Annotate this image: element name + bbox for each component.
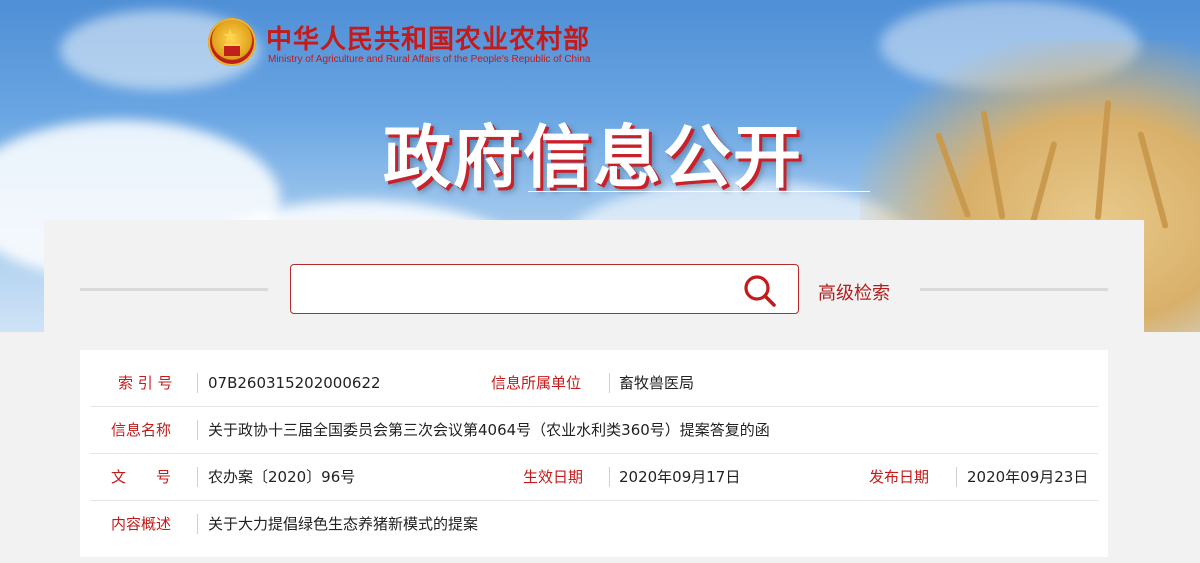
wheat-stalk (934, 131, 972, 219)
divider (920, 288, 1108, 291)
effective-date-value: 2020年09月17日 (619, 468, 741, 486)
divider (80, 288, 268, 291)
docno-label: 文 号 (111, 468, 172, 486)
separator (609, 373, 610, 393)
summary-label: 内容概述 (111, 515, 172, 533)
search-icon[interactable] (742, 273, 778, 309)
separator (197, 467, 198, 487)
publish-date-value: 2020年09月23日 (967, 468, 1089, 486)
wheat-stalk (1028, 140, 1058, 230)
table-row: 内容概述 关于大力提倡绿色生态养猪新模式的提案 (90, 501, 1098, 547)
advanced-search-link[interactable]: 高级检索 (818, 279, 890, 305)
name-label: 信息名称 (111, 421, 172, 439)
table-row: 信息名称 关于政协十三届全国委员会第三次会议第4064号（农业水利类360号）提… (90, 407, 1098, 454)
separator (956, 467, 957, 487)
wheat-stalk (1094, 99, 1112, 221)
index-value: 07B260315202000622 (208, 374, 381, 392)
org-name-cn[interactable]: 中华人民共和国农业农村部 (266, 19, 590, 56)
unit-value: 畜牧兽医局 (619, 374, 695, 392)
separator (197, 420, 198, 440)
national-emblem-icon[interactable]: ★ (208, 18, 256, 66)
search-box (290, 264, 799, 314)
wheat-stalk (1137, 130, 1169, 230)
index-label: 索 引 号 (118, 374, 173, 392)
separator (197, 514, 198, 534)
summary-value: 关于大力提倡绿色生态养猪新模式的提案 (208, 515, 479, 533)
info-table: 索 引 号 07B260315202000622 信息所属单位 畜牧兽医局 信息… (80, 350, 1108, 557)
separator (609, 467, 610, 487)
separator (197, 373, 198, 393)
search-input[interactable] (299, 271, 733, 309)
table-row: 索 引 号 07B260315202000622 信息所属单位 畜牧兽医局 (90, 360, 1098, 407)
page-title: 政府信息公开 (383, 118, 804, 198)
publish-date-label: 发布日期 (869, 468, 930, 486)
effective-date-label: 生效日期 (523, 468, 584, 486)
table-row: 文 号 农办案〔2020〕96号 生效日期 2020年09月17日 发布日期 2… (90, 454, 1098, 501)
org-name-en: Ministry of Agriculture and Rural Affair… (268, 54, 591, 65)
unit-label: 信息所属单位 (491, 374, 582, 392)
name-value: 关于政协十三届全国委员会第三次会议第4064号（农业水利类360号）提案答复的函 (208, 421, 770, 439)
title-underline (528, 191, 870, 192)
docno-value: 农办案〔2020〕96号 (208, 468, 356, 486)
wheat-stalk (980, 110, 1006, 220)
